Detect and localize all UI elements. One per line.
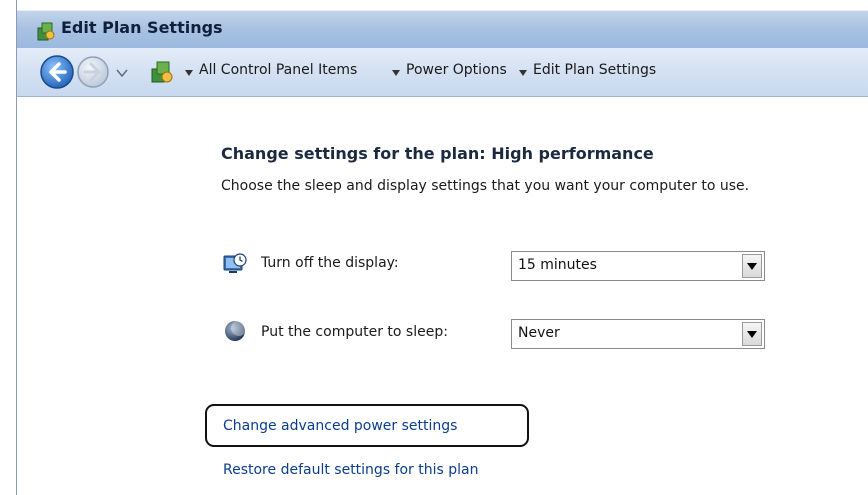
turn-off-display-value: 15 minutes [518,257,597,273]
dropdown-button[interactable] [742,322,762,346]
main-content: Change settings for the plan: High perfo… [17,97,868,495]
chevron-down-icon [747,263,757,270]
change-advanced-power-settings-link[interactable]: Change advanced power settings [223,418,457,434]
breadcrumb-item-power-options[interactable]: Power Options [406,62,507,78]
breadcrumb-item-edit-plan-settings[interactable]: Edit Plan Settings [533,62,656,78]
turn-off-display-dropdown[interactable]: 15 minutes [511,251,765,281]
recent-pages-dropdown-icon[interactable] [116,68,128,78]
address-bar: All Control Panel Items Power Options Ed… [17,48,868,97]
edit-plan-settings-window: Edit Plan Settings All Control Panel Ite… [16,0,868,495]
dropdown-button[interactable] [742,254,762,278]
breadcrumb-separator-icon[interactable] [392,70,400,76]
display-icon [223,253,247,273]
breadcrumb-item-all-control-panel-items[interactable]: All Control Panel Items [199,62,357,78]
breadcrumb-separator-icon[interactable] [185,70,193,76]
sleep-value: Never [518,325,560,341]
window-title: Edit Plan Settings [61,18,223,37]
chevron-down-icon [747,331,757,338]
forward-button[interactable] [75,54,111,90]
restore-default-settings-link[interactable]: Restore default settings for this plan [223,462,479,478]
sleep-dropdown[interactable]: Never [511,319,765,349]
title-bar: Edit Plan Settings [17,10,868,49]
breadcrumb-separator-icon[interactable] [519,70,527,76]
control-panel-icon [151,61,173,83]
turn-off-display-label: Turn off the display: [261,255,399,271]
page-title: Change settings for the plan: High perfo… [221,144,654,163]
sleep-icon [225,320,247,341]
sleep-label: Put the computer to sleep: [261,324,448,340]
page-description: Choose the sleep and display settings th… [221,178,750,194]
control-panel-icon [37,22,55,41]
back-button[interactable] [39,54,75,90]
